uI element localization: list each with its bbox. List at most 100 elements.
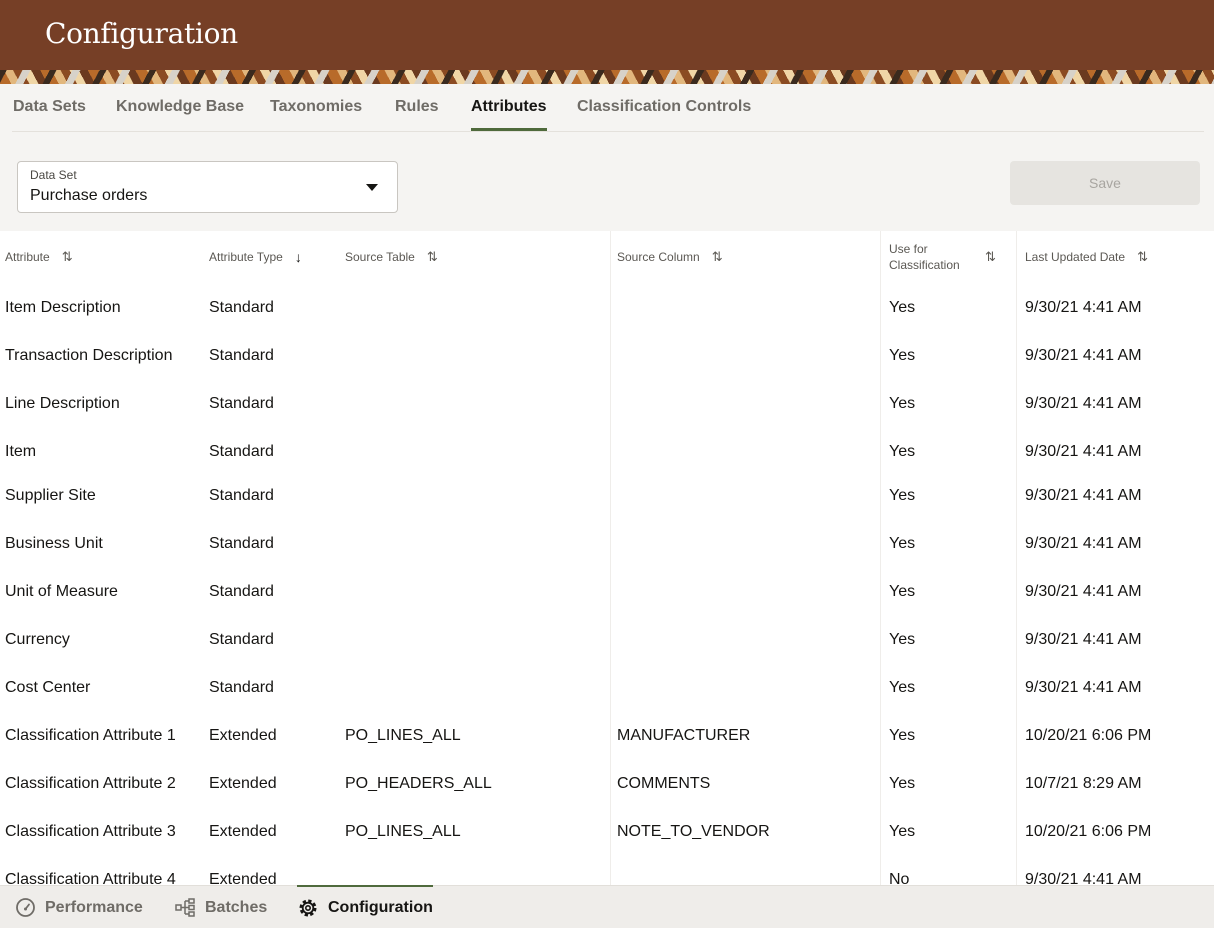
- tab-divider: [12, 131, 1204, 132]
- cell-use-for-classification: Yes: [889, 679, 916, 696]
- cell-use-for-classification: Yes: [889, 299, 916, 316]
- sort-icon: ⇅: [1137, 249, 1148, 264]
- cell-use-for-classification: Yes: [889, 727, 916, 744]
- cell-last-updated-date: 9/30/21 4:41 AM: [1025, 443, 1142, 460]
- cell-attribute-type: Standard: [209, 443, 274, 460]
- cell-last-updated-date: 10/20/21 6:06 PM: [1025, 823, 1152, 840]
- cell-last-updated-date: 9/30/21 4:41 AM: [1025, 631, 1142, 648]
- cell-source-table: PO_LINES_ALL: [345, 823, 461, 840]
- cell-attribute-type: Extended: [209, 871, 277, 885]
- tab-knowledge-base[interactable]: Knowledge Base: [116, 98, 244, 116]
- bottom-navigation: Performance Batches Configuration: [0, 885, 1214, 928]
- cell-attribute-type: Standard: [209, 535, 274, 552]
- data-set-label: Data Set: [30, 168, 77, 182]
- table-row[interactable]: Item Description Standard Yes 9/30/21 4:41 …: [0, 284, 1214, 332]
- cell-last-updated-date: 9/30/21 4:41 AM: [1025, 395, 1142, 412]
- header-decorative-pattern: [0, 70, 1214, 84]
- cell-last-updated-date: 9/30/21 4:41 AM: [1025, 535, 1142, 552]
- cell-attribute: Item: [5, 443, 37, 460]
- data-set-value: Purchase orders: [30, 187, 148, 204]
- cell-use-for-classification: Yes: [889, 775, 916, 792]
- cell-last-updated-date: 9/30/21 4:41 AM: [1025, 583, 1142, 600]
- column-header-label: Attribute Type: [209, 250, 283, 264]
- cell-use-for-classification: Yes: [889, 347, 916, 364]
- column-header-attribute-type[interactable]: Attribute Type ↓: [209, 231, 302, 283]
- cell-use-for-classification: Yes: [889, 443, 916, 460]
- cell-attribute: Transaction Description: [5, 347, 173, 364]
- cell-last-updated-date: 9/30/21 4:41 AM: [1025, 299, 1142, 316]
- table-row[interactable]: Classification Attribute 1 Extended PO_LIN…: [0, 712, 1214, 760]
- table-row[interactable]: Currency Standard Yes 9/30/21 4:41 AM: [0, 616, 1214, 664]
- table-row[interactable]: Supplier Site Standard Yes 9/30/21 4:41 AM: [0, 472, 1214, 520]
- tab-attributes[interactable]: Attributes: [471, 98, 547, 131]
- cell-attribute: Currency: [5, 631, 70, 648]
- sort-icon: ⇅: [426, 249, 438, 264]
- table-row[interactable]: Cost Center Standard Yes 9/30/21 4:41 AM: [0, 664, 1214, 712]
- cell-source-column: MANUFACTURER: [617, 727, 751, 744]
- cell-attribute-type: Standard: [209, 395, 274, 412]
- column-header-source-column[interactable]: Source Column ⇅: [617, 231, 723, 283]
- cell-last-updated-date: 9/30/21 4:41 AM: [1025, 679, 1142, 696]
- cell-attribute-type: Extended: [209, 823, 277, 840]
- cell-attribute: Cost Center: [5, 679, 91, 696]
- table-row[interactable]: Transaction Description Standard Yes 9/30/2…: [0, 332, 1214, 380]
- cell-last-updated-date: 10/7/21 8:29 AM: [1025, 775, 1142, 792]
- cell-attribute: Classification Attribute 2: [5, 775, 176, 792]
- cell-use-for-classification: Yes: [889, 583, 916, 600]
- sort-icon: ⇅: [711, 249, 723, 264]
- data-set-select[interactable]: Data Set Purchase orders: [17, 161, 398, 213]
- cell-attribute-type: Extended: [209, 727, 277, 744]
- table-row[interactable]: Business Unit Standard Yes 9/30/21 4:41 AM: [0, 520, 1214, 568]
- cell-source-table: PO_LINES_ALL: [345, 727, 461, 744]
- cell-attribute-type: Standard: [209, 583, 274, 600]
- nav-configuration[interactable]: Configuration: [297, 885, 433, 928]
- column-header-attribute[interactable]: Attribute ⇅: [5, 231, 73, 283]
- tab-classification-controls[interactable]: Classification Controls: [577, 98, 751, 116]
- tab-bar: Data Sets Knowledge Base Taxonomies Rule…: [0, 84, 1214, 132]
- cell-use-for-classification: Yes: [889, 395, 916, 412]
- table-row[interactable]: Line Description Standard Yes 9/30/21 4:41 …: [0, 380, 1214, 428]
- active-nav-indicator: [297, 885, 433, 887]
- nav-configuration-label: Configuration: [328, 898, 433, 916]
- sort-icon: ⇅: [985, 249, 996, 264]
- column-header-label-line1: Use for: [889, 242, 928, 256]
- cell-last-updated-date: 10/20/21 6:06 PM: [1025, 727, 1152, 744]
- table-row[interactable]: Classification Attribute 3 Extended PO_LIN…: [0, 808, 1214, 856]
- hierarchy-icon: [175, 898, 195, 917]
- cell-use-for-classification: Yes: [889, 823, 916, 840]
- gear-icon: [299, 899, 317, 916]
- cell-use-for-classification: Yes: [889, 487, 916, 504]
- tab-data-sets[interactable]: Data Sets: [13, 98, 86, 116]
- cell-attribute-type: Extended: [209, 775, 277, 792]
- gauge-icon: [16, 898, 35, 917]
- table-row[interactable]: Unit of Measure Standard Yes 9/30/21 4:41 A…: [0, 568, 1214, 616]
- cell-attribute: Item Description: [5, 299, 121, 316]
- column-header-last-updated-date[interactable]: Last Updated Date ⇅: [1025, 231, 1148, 283]
- nav-batches[interactable]: Batches: [175, 886, 267, 928]
- table-row[interactable]: Classification Attribute 2 Extended PO_HEA…: [0, 760, 1214, 808]
- cell-attribute-type: Standard: [209, 347, 274, 364]
- cell-attribute: Business Unit: [5, 535, 103, 552]
- page-title: Configuration: [45, 17, 238, 50]
- sort-icon: ⇅: [61, 249, 73, 264]
- cell-last-updated-date: 9/30/21 4:41 AM: [1025, 871, 1142, 885]
- column-header-use-for-classification[interactable]: Use for Classification ⇅: [889, 231, 996, 283]
- column-header-label: Source Column: [617, 250, 700, 264]
- save-button[interactable]: Save: [1010, 161, 1200, 205]
- nav-performance[interactable]: Performance: [15, 886, 143, 928]
- column-header-label: Last Updated Date: [1025, 250, 1126, 264]
- cell-use-for-classification: Yes: [889, 631, 916, 648]
- cell-source-table: PO_HEADERS_ALL: [345, 775, 492, 792]
- tab-taxonomies[interactable]: Taxonomies: [270, 98, 362, 116]
- attributes-table: Attribute ⇅ Attribute Type ↓ Source Tabl…: [0, 231, 1214, 885]
- table-row[interactable]: Classification Attribute 4 Extended No 9/30…: [0, 856, 1214, 885]
- app-header: Configuration: [0, 0, 1214, 70]
- chevron-down-icon: [366, 184, 378, 191]
- tab-attributes-label: Attributes: [471, 98, 547, 115]
- column-header-source-table[interactable]: Source Table ⇅: [345, 231, 438, 283]
- cell-last-updated-date: 9/30/21 4:41 AM: [1025, 347, 1142, 364]
- tab-rules[interactable]: Rules: [395, 98, 439, 116]
- cell-attribute-type: Standard: [209, 679, 274, 696]
- table-row[interactable]: Item Standard Yes 9/30/21 4:41 AM: [0, 428, 1214, 476]
- cell-use-for-classification: Yes: [889, 535, 916, 552]
